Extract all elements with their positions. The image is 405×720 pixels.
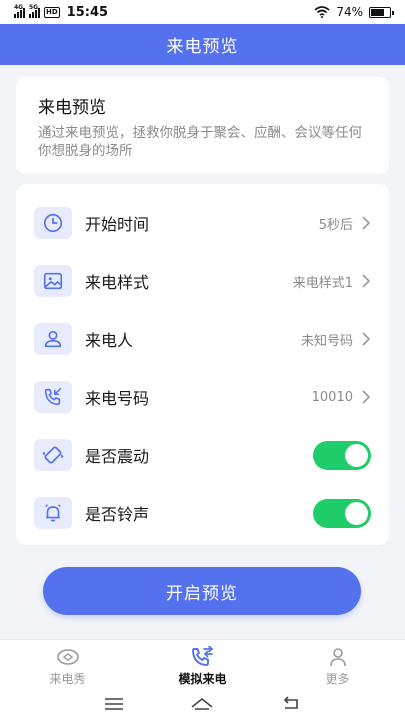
setting-value: 5秒后 — [318, 217, 353, 233]
setting-row-caller-number[interactable]: 来电号码 10010 — [16, 368, 389, 426]
status-time: 15:45 — [66, 4, 109, 20]
chevron-right-icon — [362, 332, 371, 346]
setting-label: 来电号码 — [85, 389, 150, 408]
signal-icon: 4G — [14, 3, 25, 18]
tab-call-show[interactable]: 来电秀 — [0, 640, 135, 687]
setting-row-ringtone: 是否铃声 — [16, 484, 389, 542]
phone-swap-icon — [191, 646, 213, 666]
user-icon — [34, 323, 72, 355]
system-nav-bar — [0, 687, 405, 720]
setting-label: 来电样式 — [85, 273, 150, 292]
setting-row-caller[interactable]: 来电人 未知号码 — [16, 310, 389, 368]
intro-card: 来电预览 通过来电预览，拯救你脱身于聚会、应酬、会议等任何你想脱身的场所 — [16, 77, 389, 174]
bell-icon — [34, 497, 72, 529]
status-bar: 4G 5G HD 15:45 74% — [0, 0, 405, 24]
clock-icon — [34, 207, 72, 239]
toggle-knob — [345, 501, 368, 525]
chevron-right-icon — [362, 216, 371, 230]
toggle-knob — [345, 443, 368, 467]
status-right: 74% — [314, 5, 394, 19]
bottom-tab-bar: 来电秀 模拟来电 更多 — [0, 639, 405, 687]
network-type-2: 5G — [29, 3, 39, 11]
vibrate-toggle[interactable] — [313, 440, 371, 470]
chevron-right-icon — [362, 274, 371, 288]
eye-icon — [56, 649, 79, 665]
setting-row-call-style[interactable]: 来电样式 来电样式1 — [16, 252, 389, 310]
phone-incoming-icon — [34, 381, 72, 413]
tab-label: 更多 — [325, 672, 350, 686]
title-bar: 来电预览 — [0, 24, 405, 65]
setting-row-start-time[interactable]: 开始时间 5秒后 — [16, 194, 389, 252]
tab-simulate-call[interactable]: 模拟来电 — [135, 640, 270, 687]
hd-badge: HD — [44, 6, 60, 18]
tab-more[interactable]: 更多 — [270, 640, 405, 687]
page-title: 来电预览 — [166, 37, 239, 57]
intro-title: 来电预览 — [38, 98, 106, 118]
battery-percent: 74% — [336, 5, 363, 19]
menu-icon[interactable] — [102, 695, 126, 713]
person-icon — [329, 648, 346, 667]
settings-card: 开始时间 5秒后 来电样式 来电样式1 来电人 未知号码 来电号码 10010 … — [16, 184, 389, 545]
status-left: 4G 5G HD 15:45 — [14, 3, 109, 20]
home-icon[interactable] — [190, 695, 214, 713]
chevron-right-icon — [362, 390, 371, 404]
battery-icon — [369, 6, 394, 18]
battery-fill — [371, 8, 385, 16]
setting-row-vibrate: 是否震动 — [16, 426, 389, 484]
setting-value: 未知号码 — [300, 333, 353, 349]
setting-value: 来电样式1 — [292, 275, 353, 291]
wifi-icon — [314, 6, 330, 18]
start-preview-label: 开启预览 — [166, 583, 238, 604]
vibrate-icon — [34, 439, 72, 471]
setting-label: 是否震动 — [85, 447, 150, 466]
setting-label: 是否铃声 — [85, 505, 150, 524]
setting-value: 10010 — [311, 389, 353, 405]
network-type-1: 4G — [14, 3, 24, 11]
back-icon[interactable] — [279, 695, 303, 713]
signal-icon-2: 5G — [29, 3, 40, 18]
setting-label: 来电人 — [85, 331, 134, 350]
tab-label: 模拟来电 — [178, 672, 227, 686]
setting-label: 开始时间 — [85, 215, 150, 234]
ringtone-toggle[interactable] — [313, 498, 371, 528]
start-preview-button[interactable]: 开启预览 — [43, 567, 361, 615]
intro-description: 通过来电预览，拯救你脱身于聚会、应酬、会议等任何你想脱身的场所 — [38, 125, 362, 159]
tab-label: 来电秀 — [49, 672, 86, 686]
image-icon — [34, 265, 72, 297]
